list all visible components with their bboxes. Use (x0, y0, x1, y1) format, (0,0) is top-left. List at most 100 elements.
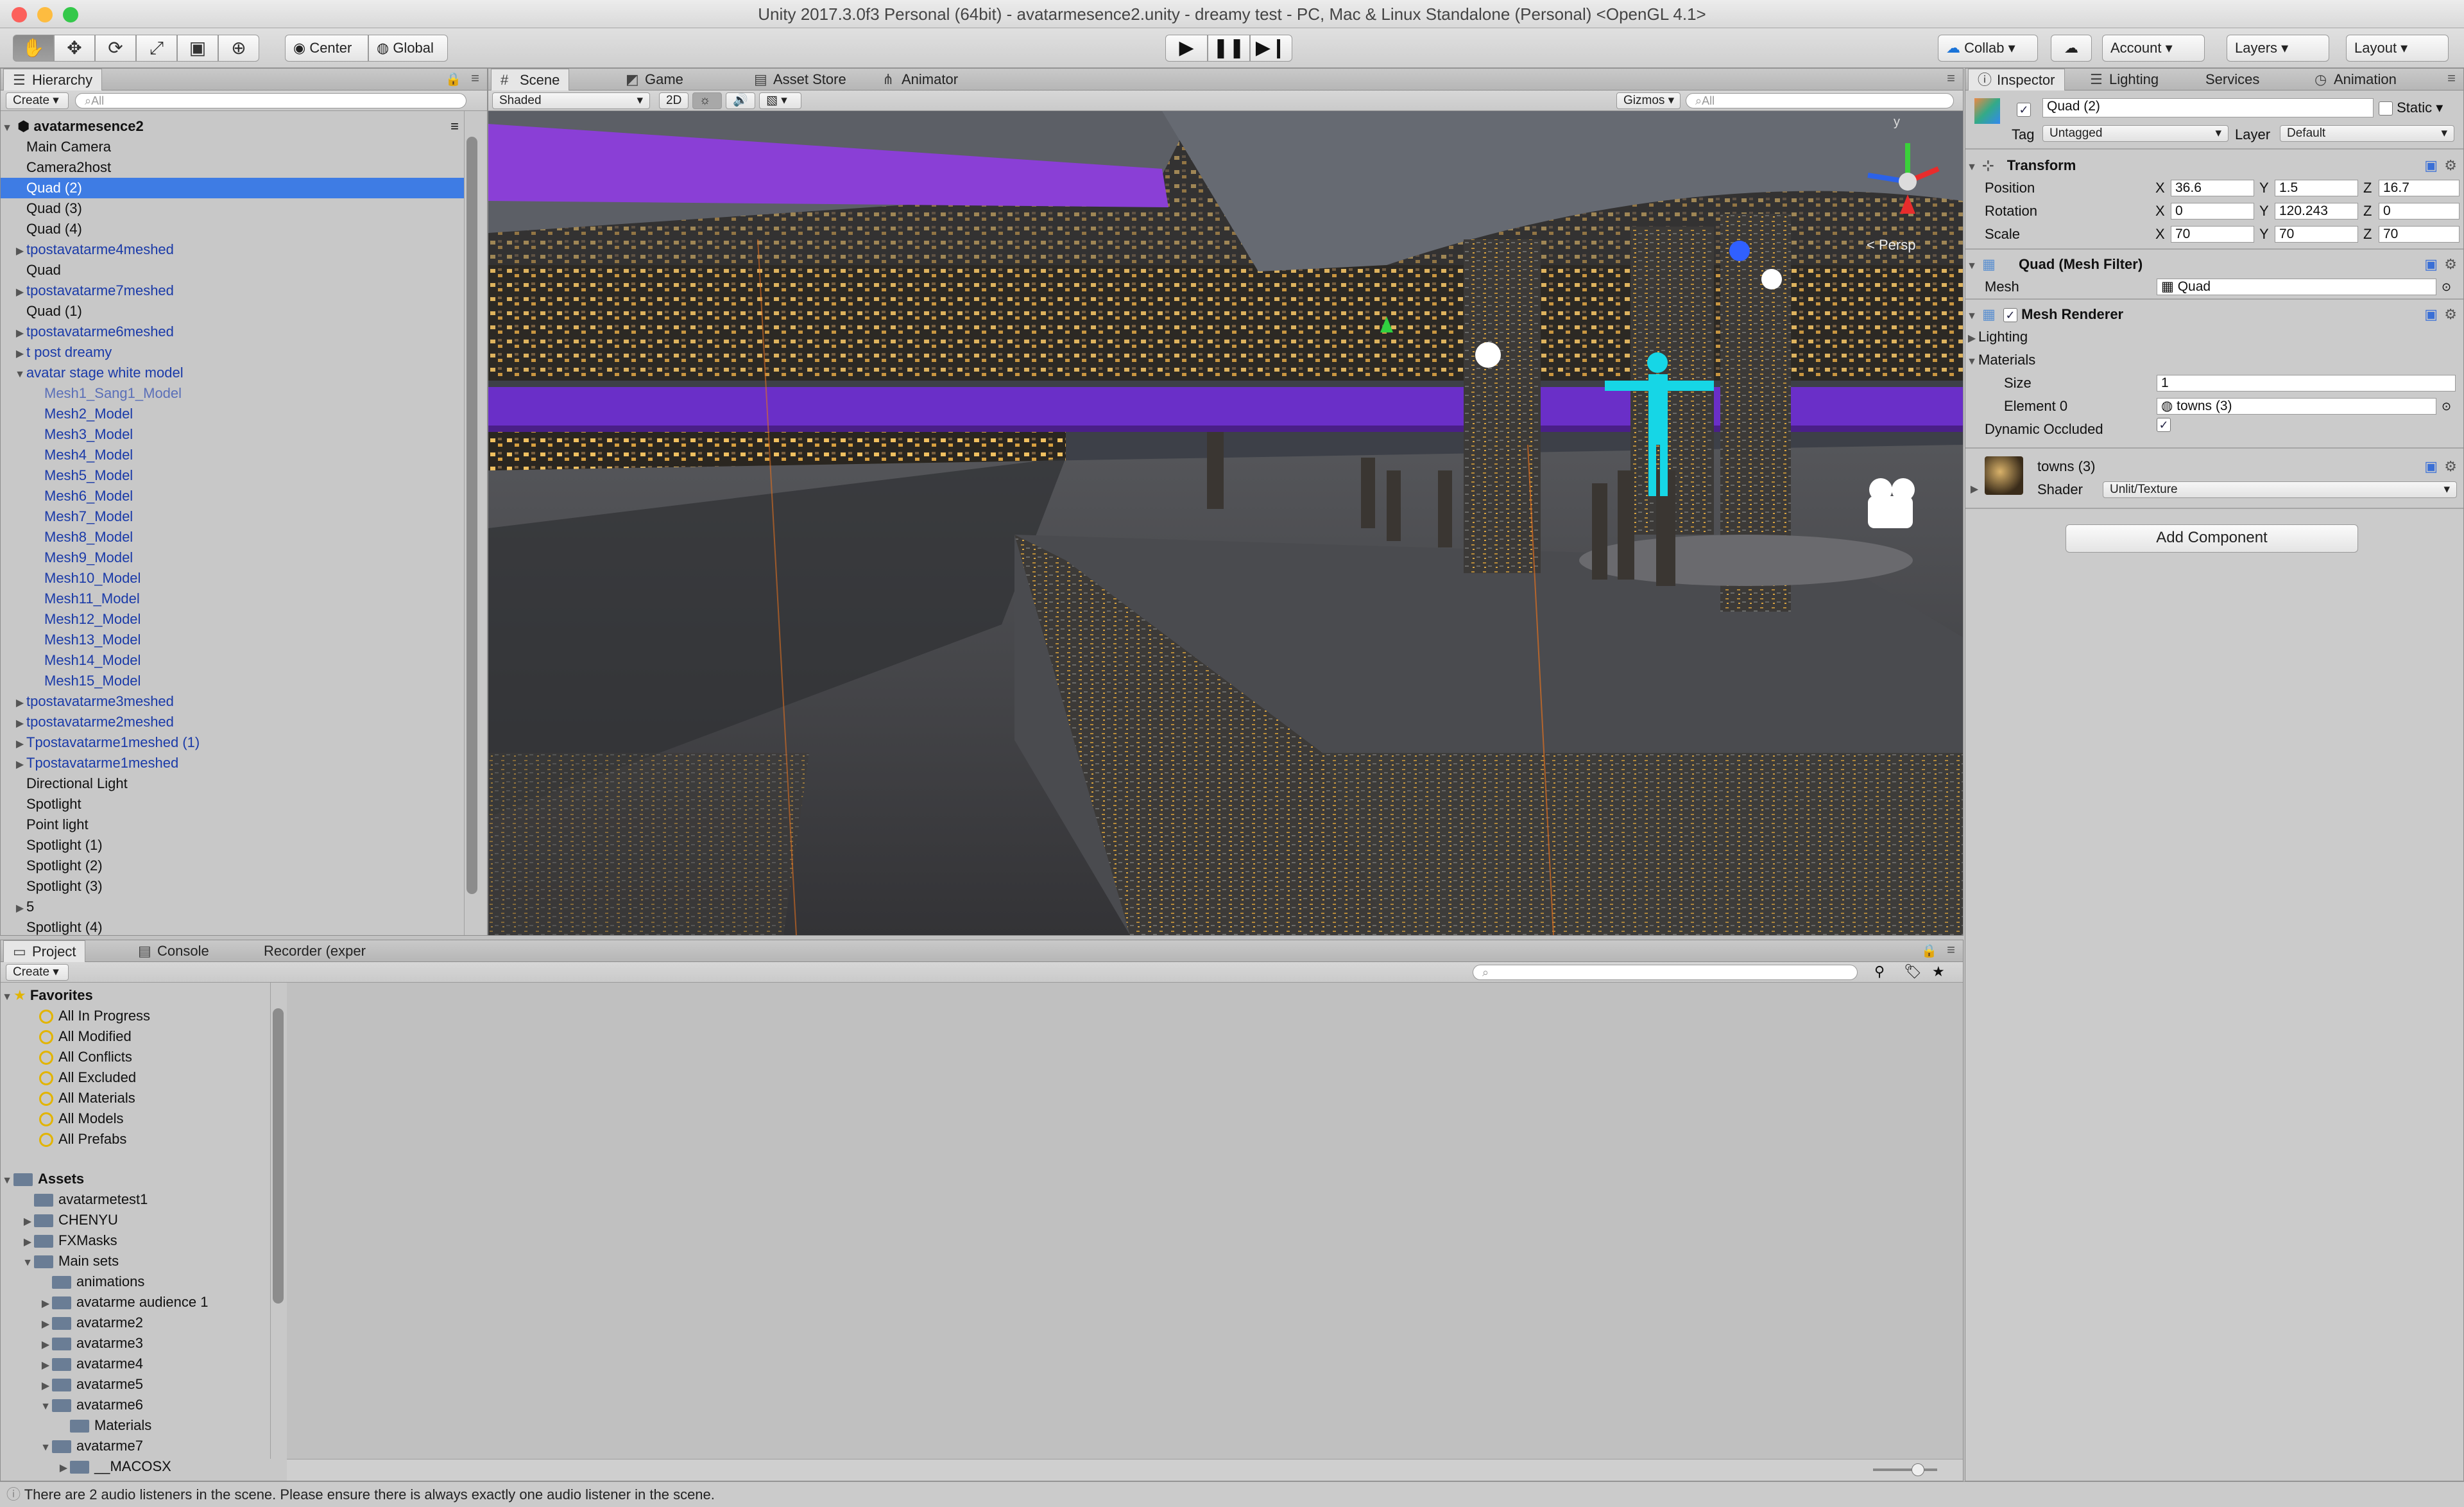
tab-scene[interactable]: # Scene (491, 69, 570, 91)
layer-dropdown[interactable]: Default ▾ (2280, 125, 2454, 142)
hierarchy-item[interactable]: Quad (3) (1, 198, 464, 219)
mesh-renderer-enabled-checkbox[interactable]: ✓ (2003, 308, 2018, 323)
add-component-button[interactable]: Add Component (2066, 524, 2358, 553)
assets-header[interactable]: ▼ Assets (1, 1169, 270, 1189)
tab-recorder[interactable]: Recorder (exper (255, 940, 375, 962)
expand-arrow-icon[interactable]: ▶ (1965, 327, 1978, 350)
mesh-field[interactable]: ▦ Quad (2157, 279, 2436, 295)
expand-arrow-icon[interactable]: ▶ (13, 282, 26, 303)
hierarchy-item[interactable]: Mesh8_Model (1, 527, 464, 547)
hierarchy-item[interactable]: ▶ Tpostavatarme1meshed (1, 753, 464, 773)
asset-folder-item[interactable]: ▶ avatarme5 (1, 1374, 270, 1395)
hierarchy-item[interactable]: ▶ Tpostavatarme1meshed (1) (1, 732, 464, 753)
asset-folder-item[interactable]: ▶ FXMasks (1, 1230, 270, 1251)
collapse-arrow-icon[interactable]: ▼ (1, 1171, 13, 1191)
step-button[interactable]: ▶❙ (1250, 35, 1292, 62)
hierarchy-item[interactable]: Mesh14_Model (1, 650, 464, 671)
expand-arrow-icon[interactable]: ▶ (13, 323, 26, 344)
hierarchy-item[interactable]: ▶ t post dreamy (1, 342, 464, 363)
expand-arrow-icon[interactable]: ▶ (13, 693, 26, 714)
pivot-global-toggle[interactable]: ◍ Global (368, 35, 448, 62)
collapse-arrow-icon[interactable]: ▼ (1, 987, 13, 1008)
asset-folder-item[interactable]: ▶ __MACOSX (1, 1456, 270, 1477)
hierarchy-item[interactable]: Main Camera (1, 137, 464, 157)
asset-folder-item[interactable]: ▶ avatarme4 (1, 1354, 270, 1374)
hierarchy-item[interactable]: ▶ tpostavatarme3meshed (1, 691, 464, 712)
hierarchy-item[interactable]: Spotlight (2) (1, 856, 464, 876)
tab-project[interactable]: ▭ Project (3, 940, 86, 963)
tab-asset-store[interactable]: ▤ Asset Store (745, 69, 855, 90)
hierarchy-item[interactable]: ▶ 5 (1, 897, 464, 917)
hierarchy-item[interactable]: ▶ tpostavatarme6meshed (1, 322, 464, 342)
rect-tool-button[interactable]: ▣ (177, 35, 218, 62)
lock-icon[interactable]: 🔒 (1921, 943, 1937, 959)
expand-arrow-icon[interactable]: ▼ (1, 118, 13, 139)
panel-menu-icon[interactable]: ≡ (1947, 942, 1955, 958)
scene-lighting-toggle[interactable]: ☼ (692, 92, 722, 109)
expand-arrow-icon[interactable]: ▶ (13, 734, 26, 755)
transform-tool-button[interactable]: ⊕ (218, 35, 259, 62)
expand-arrow-icon[interactable]: ▶ (39, 1356, 52, 1376)
zoom-slider[interactable] (1873, 1463, 1937, 1476)
expand-arrow-icon[interactable]: ▼ (21, 1253, 34, 1273)
hierarchy-item[interactable]: ▶ tpostavatarme4meshed (1, 239, 464, 260)
zoom-slider-thumb[interactable] (1912, 1463, 1924, 1476)
expand-arrow-icon[interactable]: ▶ (57, 1458, 70, 1479)
lock-icon[interactable]: 🔒 (445, 71, 461, 87)
project-tree-scrollbar[interactable] (270, 983, 286, 1459)
hierarchy-item[interactable]: ▶ tpostavatarme7meshed (1, 280, 464, 301)
scale-z-field[interactable]: 70 (2379, 226, 2460, 243)
hierarchy-item[interactable]: Point light (1, 814, 464, 835)
scale-tool-button[interactable]: ⤢ (136, 35, 177, 62)
hierarchy-item[interactable]: Mesh10_Model (1, 568, 464, 589)
hierarchy-item[interactable]: Mesh1_Sang1_Model (1, 383, 464, 404)
object-picker-icon[interactable]: ⊙ (2442, 395, 2451, 418)
asset-folder-item[interactable]: ▼ avatarme6 (1, 1395, 270, 1415)
expand-arrow-icon[interactable]: ▶ (21, 1212, 34, 1232)
element0-field[interactable]: ◍ towns (3) (2157, 398, 2436, 415)
asset-folder-item[interactable]: avatarmetest1 (1, 1189, 270, 1210)
help-icon[interactable]: ▣ (2424, 153, 2438, 178)
audio-toggle[interactable]: 🔊 (726, 92, 755, 109)
expand-arrow-icon[interactable]: ▶ (13, 241, 26, 262)
filter-by-label-icon[interactable]: 🏷 (1904, 963, 1922, 980)
scene-menu-icon[interactable]: ≡ (450, 116, 459, 137)
asset-folder-item[interactable]: ▼ Main sets (1, 1251, 270, 1271)
favorite-item[interactable]: All Materials (1, 1088, 270, 1108)
gizmos-dropdown[interactable]: Gizmos ▾ (1616, 92, 1681, 109)
hierarchy-item[interactable]: Mesh11_Model (1, 589, 464, 609)
tab-services[interactable]: Services (2196, 69, 2268, 90)
tab-lighting[interactable]: ☰ Lighting (2081, 69, 2168, 90)
rotation-x-field[interactable]: 0 (2171, 203, 2254, 220)
hierarchy-create-button[interactable]: Create ▾ (6, 92, 69, 109)
hierarchy-item[interactable]: Mesh3_Model (1, 424, 464, 445)
hierarchy-scroll-thumb[interactable] (466, 137, 477, 894)
hierarchy-item[interactable]: Spotlight (1, 794, 464, 814)
shader-dropdown[interactable]: Unlit/Texture ▾ (2103, 481, 2457, 498)
expand-arrow-icon[interactable]: ▶ (39, 1376, 52, 1397)
lighting-foldout[interactable]: ▶ Lighting (1965, 325, 2463, 349)
hierarchy-item[interactable]: Quad (1, 260, 464, 280)
asset-folder-item[interactable]: ▶ avatarme2 (1, 1313, 270, 1333)
collapse-arrow-icon[interactable]: ▼ (1965, 350, 1978, 374)
filter-by-type-icon[interactable]: ⚲ (1874, 963, 1885, 980)
transform-header[interactable]: ▼ ⊹ Transform ▣ ⚙ (1965, 153, 2463, 178)
gear-icon[interactable]: ⚙ (2444, 252, 2457, 277)
position-y-field[interactable]: 1.5 (2275, 180, 2358, 196)
favorite-item[interactable]: All Modified (1, 1026, 270, 1047)
help-icon[interactable]: ▣ (2424, 455, 2438, 478)
status-message[interactable]: There are 2 audio listeners in the scene… (24, 1486, 715, 1503)
materials-foldout[interactable]: ▼Materials (1965, 349, 2463, 372)
minimize-window-button[interactable] (37, 7, 53, 22)
expand-arrow-icon[interactable]: ▶ (1968, 478, 1981, 501)
hierarchy-item[interactable]: Mesh12_Model (1, 609, 464, 630)
asset-folder-item[interactable]: ▶ avatarme audience 1 (1, 1292, 270, 1313)
hierarchy-item[interactable]: Mesh2_Model (1, 404, 464, 424)
position-x-field[interactable]: 36.6 (2171, 180, 2254, 196)
static-toggle[interactable]: Static ▾ (2379, 99, 2443, 116)
cloud-services-button[interactable]: ☁ (2051, 35, 2092, 62)
expand-arrow-icon[interactable]: ▶ (39, 1335, 52, 1356)
tab-hierarchy[interactable]: ☰ Hierarchy (3, 69, 103, 91)
expand-arrow-icon[interactable]: ▶ (13, 755, 26, 775)
asset-folder-item[interactable]: ▶ CHENYU (1, 1210, 270, 1230)
